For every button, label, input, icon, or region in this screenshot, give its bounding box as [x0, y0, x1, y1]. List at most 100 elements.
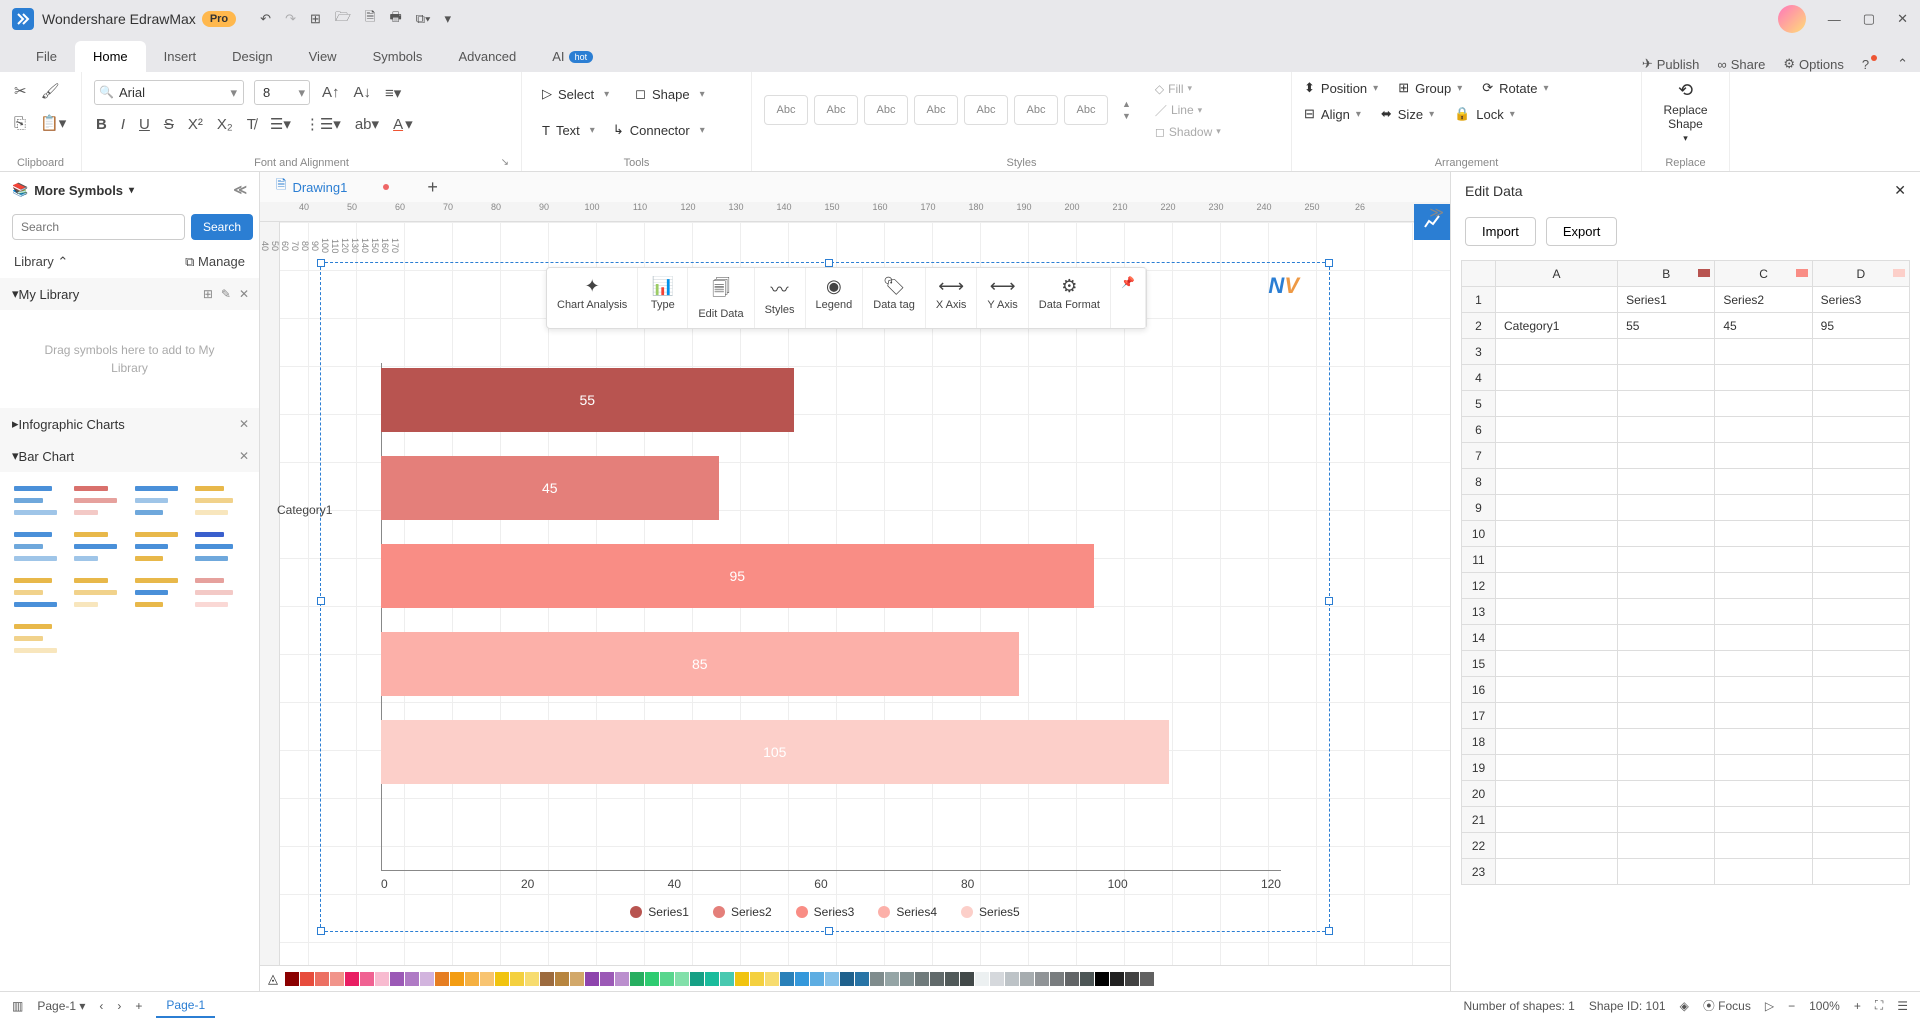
add-tab-button[interactable]: + — [427, 177, 438, 198]
tab-symbols[interactable]: Symbols — [355, 41, 441, 72]
chart-thumb[interactable] — [195, 482, 243, 518]
palette-color[interactable] — [495, 972, 509, 986]
palette-color[interactable] — [960, 972, 974, 986]
chart-thumb[interactable] — [14, 620, 62, 656]
palette-color[interactable] — [1140, 972, 1154, 986]
select-tool[interactable]: ▷ Select — [534, 80, 617, 108]
chart-toolbar-legend[interactable]: ◉Legend — [806, 268, 864, 328]
mylib-close[interactable]: ✕ — [239, 287, 249, 301]
palette-color[interactable] — [915, 972, 929, 986]
palette-color[interactable] — [1095, 972, 1109, 986]
save-button[interactable]: 🗎 — [365, 8, 375, 30]
collapse-ribbon-button[interactable]: ⌃ — [1897, 56, 1908, 72]
palette-color[interactable] — [765, 972, 779, 986]
palette-color[interactable] — [975, 972, 989, 986]
collapse-right-icon[interactable]: ≫ — [1429, 204, 1444, 221]
chart-thumb[interactable] — [135, 574, 183, 610]
tab-insert[interactable]: Insert — [146, 41, 215, 72]
palette-color[interactable] — [465, 972, 479, 986]
present-button[interactable]: ▷ — [1765, 999, 1774, 1013]
palette-color[interactable] — [555, 972, 569, 986]
palette-color[interactable] — [705, 972, 719, 986]
line-button[interactable]: ／ Line — [1155, 102, 1221, 119]
palette-color[interactable] — [1020, 972, 1034, 986]
palette-color[interactable] — [570, 972, 584, 986]
close-edit-data-button[interactable]: ✕ — [1894, 182, 1906, 199]
manage-row[interactable]: ⧉ Manage — [185, 254, 245, 270]
style-item[interactable]: Abc — [914, 95, 958, 125]
palette-color[interactable] — [375, 972, 389, 986]
palette-color[interactable] — [840, 972, 854, 986]
symbol-search-button[interactable]: Search — [191, 214, 253, 240]
italic-button[interactable]: I — [119, 114, 127, 135]
import-button[interactable]: Import — [1465, 217, 1536, 246]
shadow-button[interactable]: ◻ Shadow — [1155, 125, 1221, 139]
tab-advanced[interactable]: Advanced — [440, 41, 534, 72]
palette-color[interactable] — [585, 972, 599, 986]
infographic-close[interactable]: ✕ — [239, 417, 249, 431]
library-row[interactable]: Library ⌃ — [14, 254, 68, 270]
doc-tab-drawing1[interactable]: 🗎 Drawing1 — [268, 172, 397, 202]
palette-color[interactable] — [1050, 972, 1064, 986]
minimize-button[interactable]: — — [1828, 12, 1841, 27]
palette-color[interactable] — [780, 972, 794, 986]
zoom-in-button[interactable]: + — [1854, 999, 1861, 1013]
chart-thumb[interactable] — [135, 482, 183, 518]
palette-color[interactable] — [360, 972, 374, 986]
numbered-list-button[interactable]: ☰▾ — [268, 113, 293, 135]
palette-color[interactable] — [1080, 972, 1094, 986]
palette-color[interactable] — [525, 972, 539, 986]
palette-color[interactable] — [1155, 972, 1169, 986]
chart-toolbar-edit-data[interactable]: 🗐Edit Data — [688, 268, 754, 328]
style-item[interactable]: Abc — [1014, 95, 1058, 125]
tab-view[interactable]: View — [291, 41, 355, 72]
paste-button[interactable]: 📋▾ — [38, 112, 68, 134]
zoom-out-button[interactable]: − — [1788, 999, 1795, 1013]
palette-color[interactable] — [420, 972, 434, 986]
font-launcher[interactable]: ↘ — [501, 157, 509, 168]
palette-color[interactable] — [1005, 972, 1019, 986]
palette-color[interactable] — [945, 972, 959, 986]
position-button[interactable]: ⬍ Position — [1304, 80, 1378, 96]
palette-color[interactable] — [675, 972, 689, 986]
superscript-button[interactable]: X² — [186, 114, 205, 135]
symbol-search-input[interactable] — [12, 214, 185, 240]
style-item[interactable]: Abc — [964, 95, 1008, 125]
size-button[interactable]: ⬌ Size — [1381, 106, 1434, 122]
fill-button[interactable]: ◇ Fill — [1155, 82, 1221, 96]
palette-color[interactable] — [1110, 972, 1124, 986]
palette-color[interactable] — [795, 972, 809, 986]
data-table[interactable]: ABCD1Series1Series2Series32Category15545… — [1461, 260, 1910, 885]
bold-button[interactable]: B — [94, 114, 109, 135]
font-size-select[interactable]: 8 — [254, 80, 310, 105]
pages-icon[interactable]: ▥ — [12, 999, 23, 1013]
chart-thumb[interactable] — [14, 528, 62, 564]
prev-page-button[interactable]: ‹ — [99, 999, 103, 1013]
mylib-add[interactable]: ⊞ — [203, 287, 213, 301]
chart-thumb[interactable] — [74, 574, 122, 610]
replace-shape-button[interactable]: ⟲ Replace Shape ▾ — [1654, 80, 1717, 144]
canvas[interactable]: 405060708090100110120130140150160170 NV … — [260, 222, 1450, 965]
copy-button[interactable]: ⎘ — [12, 113, 28, 134]
palette-color[interactable] — [1065, 972, 1079, 986]
barchart-section[interactable]: ▾ Bar Chart ✕ — [0, 440, 259, 472]
next-page-button[interactable]: › — [117, 999, 121, 1013]
chart-toolbar-x-axis[interactable]: ⟷X Axis — [926, 268, 978, 328]
palette-color[interactable] — [810, 972, 824, 986]
chart-toolbar-data-format[interactable]: ⚙Data Format — [1029, 268, 1111, 328]
palette-color[interactable] — [300, 972, 314, 986]
more-button[interactable]: ☰ — [1897, 999, 1908, 1013]
more-symbols-title[interactable]: More Symbols — [34, 183, 123, 198]
chart-thumb[interactable] — [14, 574, 62, 610]
share-button[interactable]: ∞ Share — [1717, 57, 1765, 72]
palette-color[interactable] — [600, 972, 614, 986]
tab-home[interactable]: Home — [75, 41, 146, 72]
style-item[interactable]: Abc — [1064, 95, 1108, 125]
new-button[interactable]: ⊞ — [310, 11, 321, 27]
palette-color[interactable] — [435, 972, 449, 986]
bullet-list-button[interactable]: ⋮☰▾ — [303, 113, 343, 135]
palette-color[interactable] — [930, 972, 944, 986]
style-item[interactable]: Abc — [814, 95, 858, 125]
palette-color[interactable] — [330, 972, 344, 986]
subscript-button[interactable]: X₂ — [215, 114, 235, 135]
